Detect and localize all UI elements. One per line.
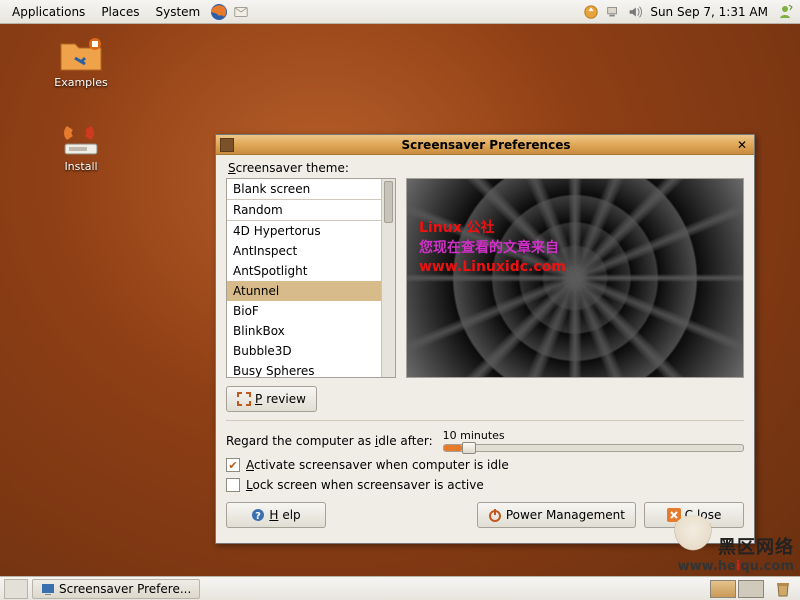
theme-item[interactable]: 4D Hypertorus <box>227 221 395 241</box>
network-icon[interactable] <box>604 3 622 21</box>
window-title: Screensaver Preferences <box>238 138 734 152</box>
lock-label: Lock screen when screensaver is active <box>246 478 484 492</box>
activate-checkbox[interactable]: ✔ <box>226 458 240 472</box>
svg-text:?: ? <box>255 511 261 522</box>
desktop-icon-label: Install <box>46 160 116 173</box>
theme-item[interactable]: Random <box>227 200 395 221</box>
help-icon: ? <box>251 508 265 522</box>
desktop-icon-install[interactable]: Install <box>46 118 116 173</box>
mushroom-icon <box>672 515 714 553</box>
theme-item[interactable]: Blank screen <box>227 179 395 200</box>
theme-item[interactable]: AntInspect <box>227 241 395 261</box>
volume-icon[interactable] <box>626 3 644 21</box>
desktop-icon-label: Examples <box>46 76 116 89</box>
task-icon <box>41 582 55 596</box>
task-label: Screensaver Prefere... <box>59 582 191 596</box>
update-icon[interactable] <box>582 3 600 21</box>
window-icon <box>220 138 234 152</box>
activate-label: Activate screensaver when computer is id… <box>246 458 509 472</box>
power-management-button[interactable]: Power Management <box>477 502 636 528</box>
watermark: 黑区网络 www.heiqu.com <box>672 515 794 574</box>
theme-item[interactable]: Busy Spheres <box>227 361 395 377</box>
mail-icon[interactable] <box>232 3 250 21</box>
theme-label: Screensaver theme: <box>228 161 744 175</box>
slider-thumb[interactable] <box>462 442 476 454</box>
idle-slider[interactable] <box>443 444 744 452</box>
fullscreen-icon <box>237 392 251 406</box>
taskbar-item[interactable]: Screensaver Prefere... <box>32 579 200 599</box>
listbox-scrollbar[interactable] <box>381 179 395 377</box>
bottom-panel: Screensaver Prefere... <box>0 576 800 600</box>
power-icon <box>488 508 502 522</box>
theme-item[interactable]: BlinkBox <box>227 321 395 341</box>
theme-item-selected[interactable]: Atunnel <box>227 281 395 301</box>
idle-value: 10 minutes <box>443 429 744 442</box>
clock[interactable]: Sun Sep 7, 1:31 AM <box>646 5 774 19</box>
workspace-switcher[interactable] <box>710 580 766 598</box>
overlay-line1: Linux 公社 <box>419 217 495 237</box>
firefox-icon[interactable] <box>210 3 228 21</box>
scrollbar-thumb[interactable] <box>384 181 393 223</box>
screensaver-preview: Linux 公社 您现在查看的文章来自 www.Linuxidc.com <box>406 178 744 378</box>
workspace-2[interactable] <box>738 580 764 598</box>
menu-system[interactable]: System <box>147 5 208 19</box>
lock-checkbox[interactable] <box>226 478 240 492</box>
menu-applications[interactable]: Applications <box>4 5 93 19</box>
logout-icon[interactable] <box>776 3 794 21</box>
overlay-line2: 您现在查看的文章来自 <box>419 237 559 257</box>
theme-item[interactable]: Bubble3D <box>227 341 395 361</box>
titlebar[interactable]: Screensaver Preferences ✕ <box>216 135 754 155</box>
screensaver-prefs-window: Screensaver Preferences ✕ Screensaver th… <box>215 134 755 544</box>
desktop-icon-examples[interactable]: Examples <box>46 34 116 89</box>
show-desktop-button[interactable] <box>4 579 28 599</box>
top-panel: Applications Places System Sun Sep 7, 1:… <box>0 0 800 24</box>
preview-button[interactable]: Preview <box>226 386 317 412</box>
window-close-button[interactable]: ✕ <box>734 138 750 152</box>
theme-listbox[interactable]: Blank screen Random 4D Hypertorus AntIns… <box>226 178 396 378</box>
workspace-1[interactable] <box>710 580 736 598</box>
theme-item[interactable]: BioF <box>227 301 395 321</box>
menu-places[interactable]: Places <box>93 5 147 19</box>
theme-item[interactable]: AntSpotlight <box>227 261 395 281</box>
help-button[interactable]: ? Help <box>226 502 326 528</box>
trash-icon[interactable] <box>772 578 794 600</box>
overlay-line3: www.Linuxidc.com <box>419 259 566 275</box>
idle-label: Regard the computer as idle after: <box>226 434 433 448</box>
